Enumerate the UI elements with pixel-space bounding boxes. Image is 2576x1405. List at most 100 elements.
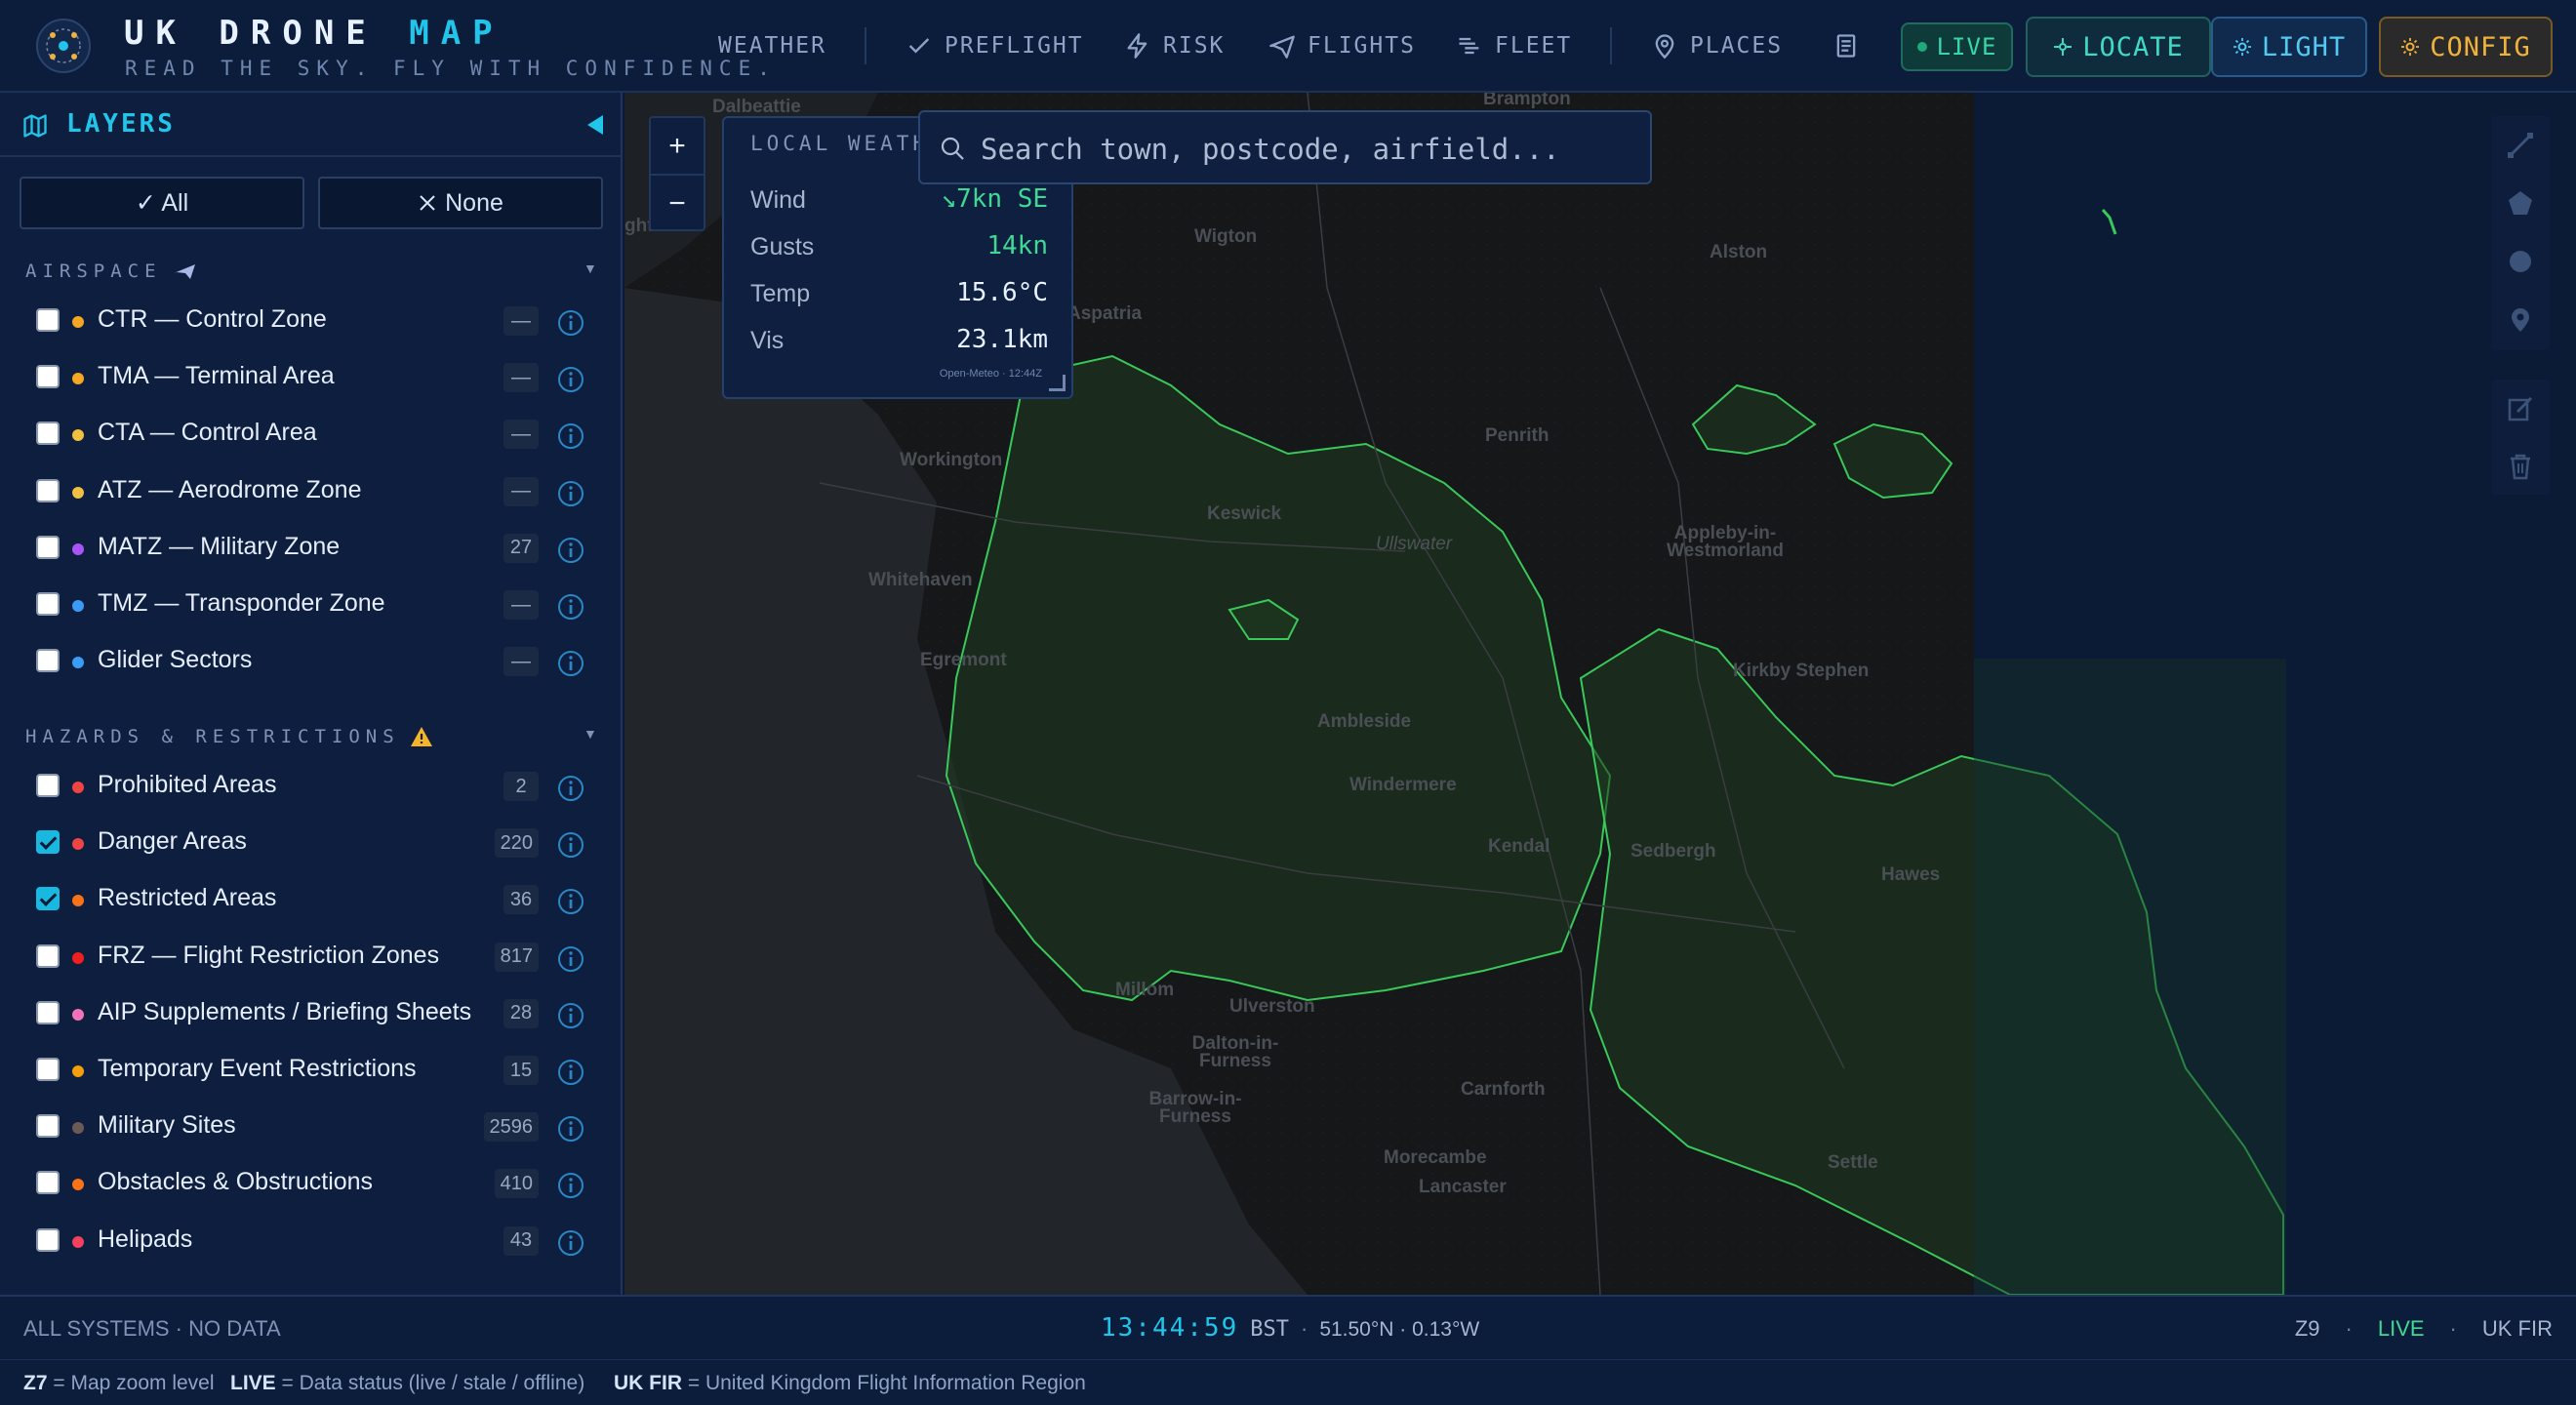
zoom-control: + − xyxy=(649,116,705,231)
draw-circle-icon[interactable] xyxy=(2506,247,2535,276)
layer-checkbox[interactable] xyxy=(36,830,60,855)
nav-weather[interactable]: WEATHER xyxy=(718,26,826,65)
nav-risk[interactable]: RISK xyxy=(1124,26,1225,65)
layer-checkbox[interactable] xyxy=(36,1058,60,1081)
map-view[interactable]: Dalbeattie Brampton Wigton Alston Aspatr… xyxy=(624,93,2576,1295)
layer-row[interactable]: Prohibited Areas 2 xyxy=(0,757,621,814)
section-airspace-header[interactable]: AIRSPACE xyxy=(25,261,197,282)
map-place-label: Aspatria xyxy=(1067,303,1143,324)
notes-button[interactable] xyxy=(1832,26,1860,65)
layer-checkbox[interactable] xyxy=(36,478,60,502)
layer-row[interactable]: CTA — Control Area — xyxy=(0,405,621,462)
layer-row[interactable]: Glider Sectors — xyxy=(0,632,621,689)
legend-item: UK FIR = United Kingdom Flight Informati… xyxy=(614,1372,1086,1395)
layer-name: CTA — Control Area xyxy=(98,419,317,447)
resize-handle-icon[interactable] xyxy=(1049,375,1066,391)
info-icon[interactable] xyxy=(556,365,585,394)
info-icon[interactable] xyxy=(556,1171,585,1200)
trash-icon[interactable] xyxy=(2506,452,2535,481)
layer-row[interactable]: MATZ — Military Zone 27 xyxy=(0,519,621,576)
layer-row[interactable]: Danger Areas 220 xyxy=(0,814,621,870)
layer-row[interactable]: CTR — Control Zone — xyxy=(0,292,621,348)
layer-color-dot-icon xyxy=(72,429,84,442)
status-right: Z9 · LIVE · UK FIR xyxy=(2295,1316,2553,1342)
collapse-sidebar-icon[interactable] xyxy=(584,113,605,137)
layer-checkbox[interactable] xyxy=(36,1227,60,1252)
info-icon[interactable] xyxy=(556,308,585,338)
info-icon[interactable] xyxy=(556,1058,585,1087)
draw-line-icon[interactable] xyxy=(2506,131,2535,160)
layer-checkbox[interactable] xyxy=(36,308,60,332)
layer-row[interactable]: TMZ — Transponder Zone — xyxy=(0,576,621,632)
section-airspace-caret-icon[interactable]: ▼ xyxy=(584,261,597,276)
layer-row[interactable]: Temporary Event Restrictions 15 xyxy=(0,1041,621,1098)
layer-checkbox[interactable] xyxy=(36,887,60,911)
layer-checkbox[interactable] xyxy=(36,943,60,968)
layer-row[interactable]: Military Sites 2596 xyxy=(0,1098,621,1154)
info-icon[interactable] xyxy=(556,1228,585,1258)
search-input[interactable] xyxy=(979,126,1627,173)
light-mode-button[interactable]: LIGHT xyxy=(2211,17,2367,77)
info-icon[interactable] xyxy=(556,1114,585,1144)
weather-value: 14kn xyxy=(986,231,1048,261)
map-place-label: Workington xyxy=(900,450,1003,470)
layer-checkbox[interactable] xyxy=(36,1114,60,1139)
layer-checkbox[interactable] xyxy=(36,1000,60,1024)
map-place-label: Ambleside xyxy=(1317,711,1412,732)
select-none-layers-button[interactable]: None xyxy=(318,177,603,229)
section-hazards-caret-icon[interactable]: ▼ xyxy=(584,726,597,742)
info-icon[interactable] xyxy=(556,774,585,803)
info-icon[interactable] xyxy=(556,887,585,916)
nav-flights[interactable]: FLIGHTS xyxy=(1268,26,1416,65)
draw-polygon-icon[interactable] xyxy=(2506,188,2535,218)
layer-name: AIP Supplements / Briefing Sheets xyxy=(98,997,472,1025)
layer-name: FRZ — Flight Restriction Zones xyxy=(98,941,440,969)
nav-preflight[interactable]: PREFLIGHT xyxy=(906,26,1084,65)
layer-row[interactable]: Restricted Areas 36 xyxy=(0,870,621,927)
info-icon[interactable] xyxy=(556,592,585,622)
info-icon[interactable] xyxy=(556,649,585,678)
weather-label: Wind xyxy=(750,186,806,214)
edit-icon[interactable] xyxy=(2506,394,2535,423)
layer-row[interactable]: ATZ — Aerodrome Zone — xyxy=(0,462,621,519)
select-all-layers-button[interactable]: ✓ All xyxy=(20,177,304,229)
pin-icon xyxy=(1655,34,1674,60)
info-icon[interactable] xyxy=(556,422,585,451)
layer-row[interactable]: Obstacles & Obstructions 410 xyxy=(0,1154,621,1211)
nav-fleet[interactable]: FLEET xyxy=(1456,26,1572,65)
layer-checkbox[interactable] xyxy=(36,365,60,389)
layer-color-dot-icon xyxy=(72,895,84,907)
map-place-label: Barrow-in-Furness xyxy=(1148,1089,1242,1127)
nav-places[interactable]: PLACES xyxy=(1651,26,1783,65)
layer-name: Glider Sectors xyxy=(98,646,253,674)
zoom-out-button[interactable]: − xyxy=(651,174,704,231)
draw-marker-icon[interactable] xyxy=(2506,304,2535,334)
zoom-in-button[interactable]: + xyxy=(651,118,704,174)
layer-name: ATZ — Aerodrome Zone xyxy=(98,475,362,503)
layer-checkbox[interactable] xyxy=(36,1171,60,1195)
weather-value: 23.1km xyxy=(956,325,1048,354)
layer-count-badge: 27 xyxy=(503,533,539,563)
layer-checkbox[interactable] xyxy=(36,649,60,673)
layer-row[interactable]: AIP Supplements / Briefing Sheets 28 xyxy=(0,984,621,1041)
layer-row[interactable]: FRZ — Flight Restriction Zones 817 xyxy=(0,928,621,984)
layer-row[interactable]: Helipads 43 xyxy=(0,1212,621,1268)
config-button[interactable]: CONFIG xyxy=(2379,17,2553,77)
info-icon[interactable] xyxy=(556,1001,585,1030)
weather-label: Gusts xyxy=(750,233,815,261)
info-icon[interactable] xyxy=(556,536,585,565)
info-icon[interactable] xyxy=(556,479,585,508)
layer-row[interactable]: TMA — Terminal Area — xyxy=(0,348,621,405)
info-icon[interactable] xyxy=(556,944,585,974)
layer-checkbox[interactable] xyxy=(36,422,60,446)
live-status-button[interactable]: LIVE xyxy=(1901,22,2013,71)
locate-button[interactable]: LOCATE xyxy=(2026,17,2211,77)
brand-title: UK DRONE MAP xyxy=(124,14,504,53)
layer-checkbox[interactable] xyxy=(36,535,60,559)
layer-checkbox[interactable] xyxy=(36,592,60,616)
section-hazards-header[interactable]: HAZARDS & RESTRICTIONS xyxy=(25,726,433,747)
layer-count-badge: 36 xyxy=(503,885,539,915)
info-icon[interactable] xyxy=(556,830,585,860)
layer-checkbox[interactable] xyxy=(36,774,60,797)
section-airspace-title: AIRSPACE xyxy=(25,261,162,282)
